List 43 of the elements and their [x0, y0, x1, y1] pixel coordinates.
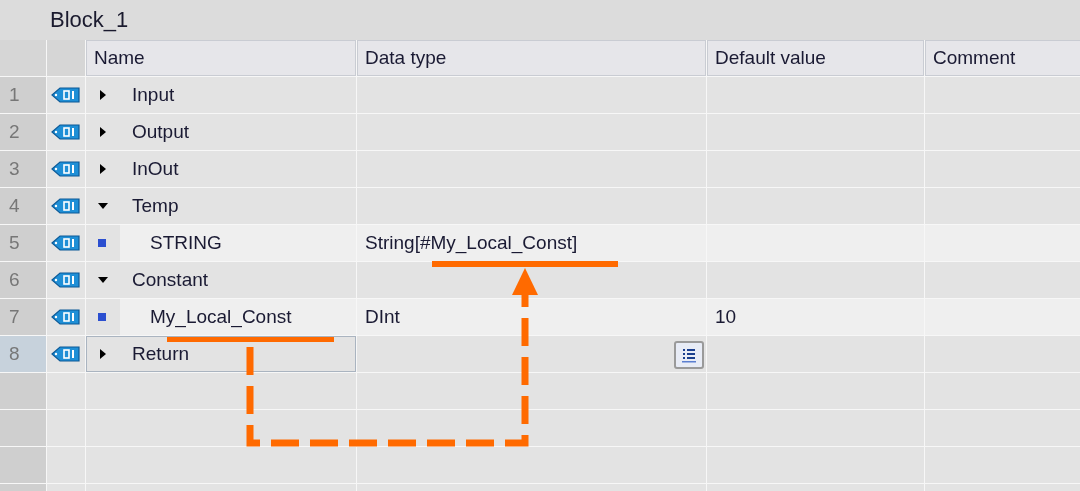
section-name: InOut [132, 158, 179, 180]
tag-icon [51, 197, 81, 215]
row-number: 5 [0, 225, 46, 261]
row-number: 6 [0, 262, 46, 298]
tag-icon [51, 271, 81, 289]
row-number: 3 [0, 151, 46, 187]
tag-icon [51, 308, 81, 326]
variable-name: My_Local_Const [150, 306, 292, 328]
row-header [0, 373, 46, 409]
column-header: Data type [357, 40, 706, 76]
section-name: Input [132, 84, 175, 106]
expand-arrow-icon[interactable] [98, 163, 108, 175]
expand-arrow-icon[interactable] [98, 348, 108, 360]
table-cell: 10 [707, 299, 924, 335]
tag-icon [51, 234, 81, 252]
expand-arrow-icon[interactable] [98, 126, 108, 138]
section-name: Temp [132, 195, 179, 217]
row-header [0, 410, 46, 446]
section-name: Constant [132, 269, 209, 291]
column-header: Default value [707, 40, 924, 76]
tag-icon [51, 160, 81, 178]
row-number: 1 [0, 77, 46, 113]
column-header: Comment [925, 40, 1080, 76]
row-number: 2 [0, 114, 46, 150]
block-title: Block_1 [50, 7, 129, 33]
header-corner [47, 40, 85, 76]
column-header: Name [86, 40, 356, 76]
list-button[interactable] [674, 341, 704, 369]
row-number: 4 [0, 188, 46, 224]
square-icon [98, 239, 106, 247]
expand-arrow-icon[interactable] [98, 89, 108, 101]
row-number: 8 [0, 336, 46, 372]
variable-name: STRING [150, 232, 222, 254]
section-name: Return [132, 343, 190, 365]
tag-icon [51, 123, 81, 141]
section-name: Output [132, 121, 190, 143]
list-icon [682, 347, 696, 363]
tag-icon [51, 345, 81, 363]
table-cell: String[#My_Local_Const] [357, 225, 706, 261]
table-cell: DInt [357, 299, 706, 335]
tag-icon [51, 86, 81, 104]
square-icon [98, 313, 106, 321]
row-number: 7 [0, 299, 46, 335]
